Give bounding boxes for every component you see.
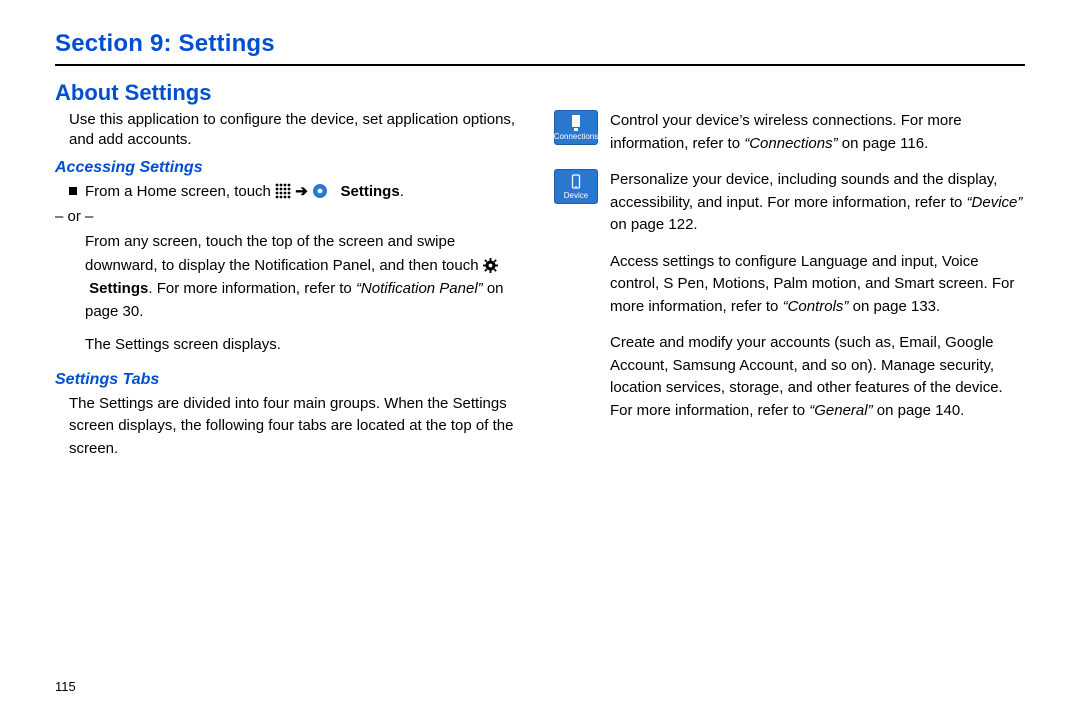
- page-number: 115: [55, 679, 76, 694]
- text-fragment: Personalize your device, including sound…: [610, 171, 997, 211]
- text-fragment: From any screen, touch the top of the sc…: [85, 233, 483, 273]
- bullet-access-panel: From any screen, touch the top of the sc…: [85, 230, 526, 323]
- accessing-settings-heading: Accessing Settings: [55, 159, 526, 177]
- gear-icon: [312, 183, 328, 199]
- tab-controls: Access settings to configure Language an…: [554, 251, 1025, 319]
- divider: [55, 64, 1025, 66]
- bullet-access-home: From a Home screen, touch ➔: [69, 181, 526, 204]
- bullet-icon: [69, 187, 77, 195]
- period: .: [400, 183, 404, 200]
- settings-tabs-heading: Settings Tabs: [55, 371, 526, 389]
- connections-icon: Connections: [554, 110, 598, 145]
- text-fragment: on page 140.: [873, 402, 965, 419]
- icon-label: Connections: [554, 133, 598, 141]
- ref-general: “General”: [809, 402, 872, 419]
- tab-connections: Connections Control your device’s wirele…: [554, 110, 1025, 155]
- about-settings-heading: About Settings: [55, 80, 1025, 106]
- or-label: – or –: [55, 205, 526, 228]
- apps-grid-icon: [275, 183, 291, 199]
- text-fragment: . For more information, refer to: [148, 280, 356, 297]
- settings-label: Settings: [89, 280, 148, 297]
- tab-device: Device Personalize your device, includin…: [554, 169, 1025, 237]
- text-fragment: on page 116.: [838, 135, 929, 152]
- gear-icon: [483, 258, 498, 273]
- ref-connections: “Connections”: [744, 135, 837, 152]
- tab-general: Create and modify your accounts (such as…: [554, 332, 1025, 422]
- ref-notification-panel: “Notification Panel”: [356, 280, 483, 297]
- about-intro-text: Use this application to configure the de…: [55, 110, 526, 151]
- device-icon: Device: [554, 169, 598, 204]
- text-fragment: on page 133.: [848, 298, 940, 315]
- text-fragment: on page 122.: [610, 216, 698, 233]
- settings-screen-displays: The Settings screen displays.: [85, 333, 526, 356]
- arrow-icon: ➔: [295, 183, 312, 200]
- icon-label: Device: [564, 192, 588, 200]
- text-fragment: From a Home screen, touch: [85, 183, 275, 200]
- ref-device: “Device”: [967, 194, 1023, 211]
- section-title: Section 9: Settings: [55, 30, 1025, 58]
- spacer: [332, 183, 336, 200]
- settings-tabs-intro: The Settings are divided into four main …: [69, 393, 526, 461]
- ref-controls: “Controls”: [783, 298, 849, 315]
- settings-label: Settings: [341, 183, 400, 200]
